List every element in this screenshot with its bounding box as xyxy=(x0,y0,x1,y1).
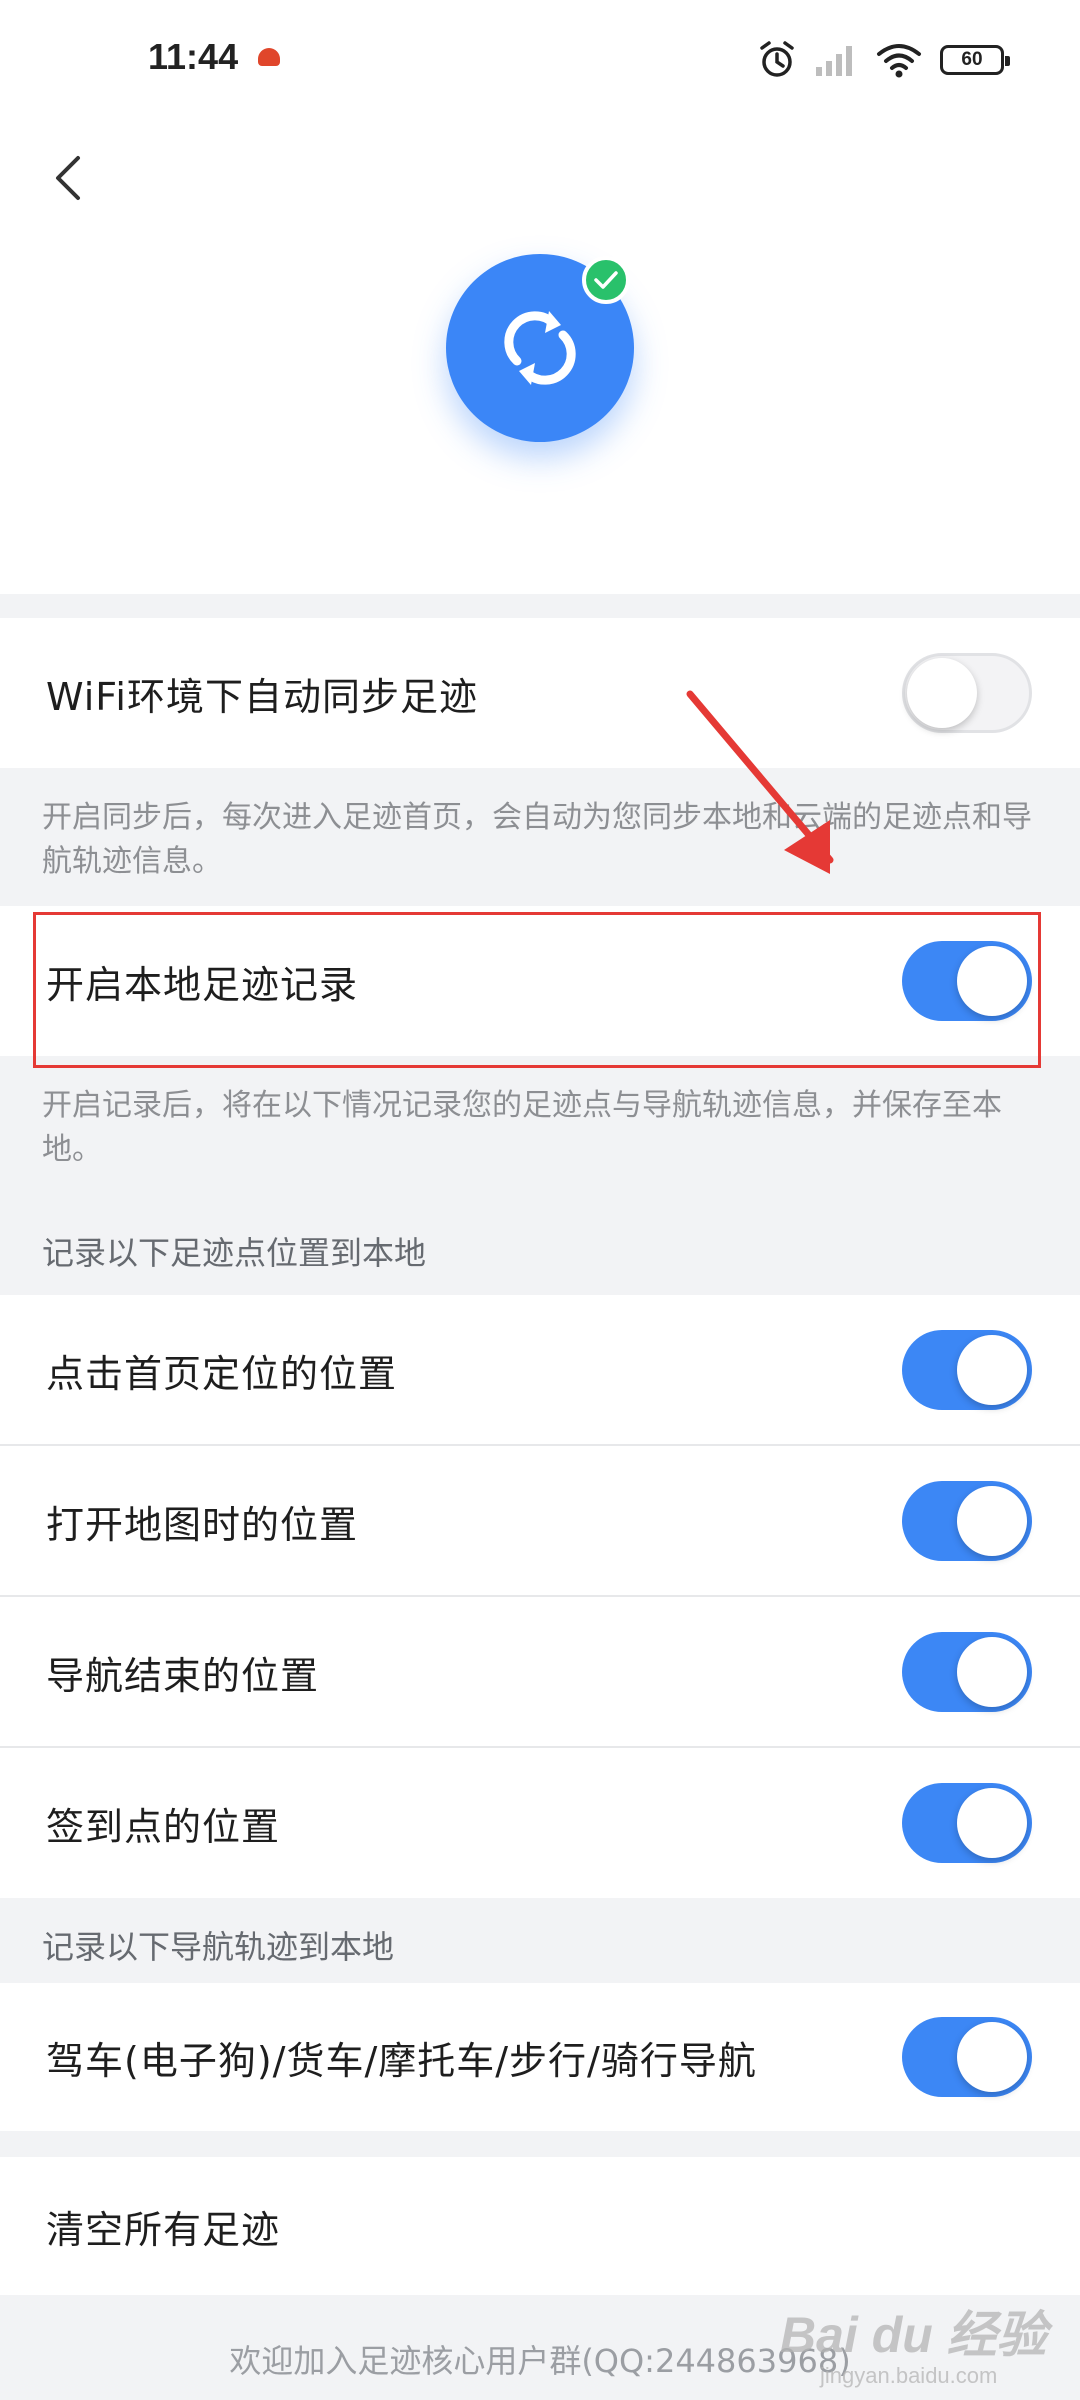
checkin-toggle[interactable] xyxy=(902,1783,1032,1863)
nav-tracks-toggle[interactable] xyxy=(902,2017,1032,2097)
wifi-sync-toggle[interactable] xyxy=(902,653,1032,733)
signal-icon xyxy=(816,46,852,76)
toggle-knob xyxy=(957,1637,1027,1707)
check-icon xyxy=(594,271,618,289)
clear-all-button[interactable]: 清空所有足迹 xyxy=(0,2157,1080,2295)
status-time: 11:44 xyxy=(148,36,239,77)
back-button[interactable] xyxy=(44,138,94,218)
status-bar: 11:44 60 xyxy=(0,0,1080,120)
watermark-logo: Bai du 经验 jingyan.baidu.com xyxy=(780,2285,1080,2395)
list-item: 导航结束的位置 xyxy=(0,1597,1080,1747)
points-section-title: 记录以下足迹点位置到本地 xyxy=(42,1234,427,1272)
local-record-row: 开启本地足迹记录 xyxy=(0,906,1080,1056)
wifi-sync-label: WiFi环境下自动同步足迹 xyxy=(46,674,478,719)
status-icons: 60 xyxy=(758,38,1010,82)
nav-end-toggle[interactable] xyxy=(902,1632,1032,1712)
toggle-knob xyxy=(957,1486,1027,1556)
list-item: 签到点的位置 xyxy=(0,1748,1080,1898)
sync-logo xyxy=(446,254,634,442)
battery-level: 60 xyxy=(961,49,983,70)
local-record-toggle[interactable] xyxy=(902,941,1032,1021)
toggle-knob xyxy=(957,946,1027,1016)
list-item-label: 签到点的位置 xyxy=(46,1804,281,1849)
watermark-main: Bai du 经验 xyxy=(780,2307,1047,2363)
header xyxy=(0,120,1080,594)
wifi-sync-row: WiFi环境下自动同步足迹 xyxy=(0,618,1080,768)
alarm-icon xyxy=(760,41,794,77)
notification-icon xyxy=(258,48,280,66)
battery-icon: 60 xyxy=(940,45,1010,75)
toggle-knob xyxy=(957,1788,1027,1858)
list-item: 驾车(电子狗)/货车/摩托车/步行/骑行导航 xyxy=(0,1983,1080,2131)
watermark-sub: jingyan.baidu.com xyxy=(820,2363,998,2388)
wifi-sync-note: 开启同步后，每次进入足迹首页，会自动为您同步本地和云端的足迹点和导航轨迹信息。 xyxy=(42,800,1032,879)
map-open-toggle[interactable] xyxy=(902,1481,1032,1561)
list-item-label: 导航结束的位置 xyxy=(46,1653,320,1698)
chevron-left-icon xyxy=(56,156,80,200)
list-item-label: 点击首页定位的位置 xyxy=(46,1351,398,1396)
list-item-label: 驾车(电子狗)/货车/摩托车/步行/骑行导航 xyxy=(46,2038,757,2083)
home-location-toggle[interactable] xyxy=(902,1330,1032,1410)
clear-all-label: 清空所有足迹 xyxy=(46,2207,281,2252)
list-item-label: 打开地图时的位置 xyxy=(46,1502,359,1547)
sync-status-badge xyxy=(582,256,630,304)
list-item: 点击首页定位的位置 xyxy=(0,1295,1080,1445)
list-item: 打开地图时的位置 xyxy=(0,1446,1080,1596)
tracks-section-title: 记录以下导航轨迹到本地 xyxy=(42,1928,395,1966)
toggle-knob xyxy=(957,2022,1027,2092)
local-record-note: 开启记录后，将在以下情况记录您的足迹点与导航轨迹信息，并保存至本地。 xyxy=(42,1088,1002,1167)
toggle-knob xyxy=(907,658,977,728)
wifi-icon xyxy=(877,44,921,78)
local-record-label: 开启本地足迹记录 xyxy=(46,962,359,1007)
sync-icon xyxy=(504,311,576,385)
toggle-knob xyxy=(957,1335,1027,1405)
